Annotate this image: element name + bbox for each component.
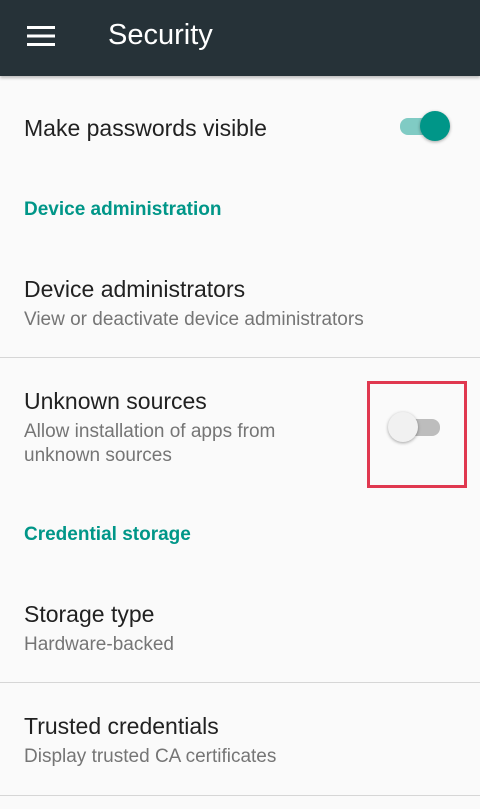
pref-summary: Hardware-backed: [24, 634, 174, 655]
hamburger-menu-icon: [27, 26, 55, 46]
pref-summary: View or deactivate device administrators: [24, 309, 364, 330]
pref-summary: Display trusted CA certificates: [24, 746, 277, 767]
pref-make-passwords-visible[interactable]: Make passwords visible: [0, 76, 480, 176]
section-header-device-administration: Device administration: [24, 199, 222, 220]
menu-button[interactable]: [14, 14, 70, 58]
page-title: Security: [108, 19, 213, 51]
pref-title: Storage type: [24, 601, 155, 627]
unknown-sources-switch[interactable]: [386, 410, 446, 444]
section-header-credential-storage: Credential storage: [24, 524, 191, 545]
pref-summary: Allow installation of apps from unknown …: [24, 421, 276, 466]
app-bar: Security: [0, 0, 480, 76]
switch-thumb: [388, 412, 418, 442]
pref-unknown-sources[interactable]: Unknown sources Allow installation of ap…: [0, 358, 480, 480]
pref-device-administrators[interactable]: Device administrators View or deactivate…: [0, 244, 480, 357]
pref-title: Trusted credentials: [24, 713, 219, 739]
pref-storage-type[interactable]: Storage type Hardware-backed: [0, 570, 480, 682]
pref-title: Device administrators: [24, 276, 246, 302]
divider: [0, 795, 480, 796]
pref-title: Make passwords visible: [24, 115, 267, 141]
passwords-visible-switch[interactable]: [398, 110, 452, 142]
switch-thumb: [420, 111, 450, 141]
pref-trusted-credentials[interactable]: Trusted credentials Display trusted CA c…: [0, 683, 480, 795]
pref-title: Unknown sources: [24, 388, 207, 414]
